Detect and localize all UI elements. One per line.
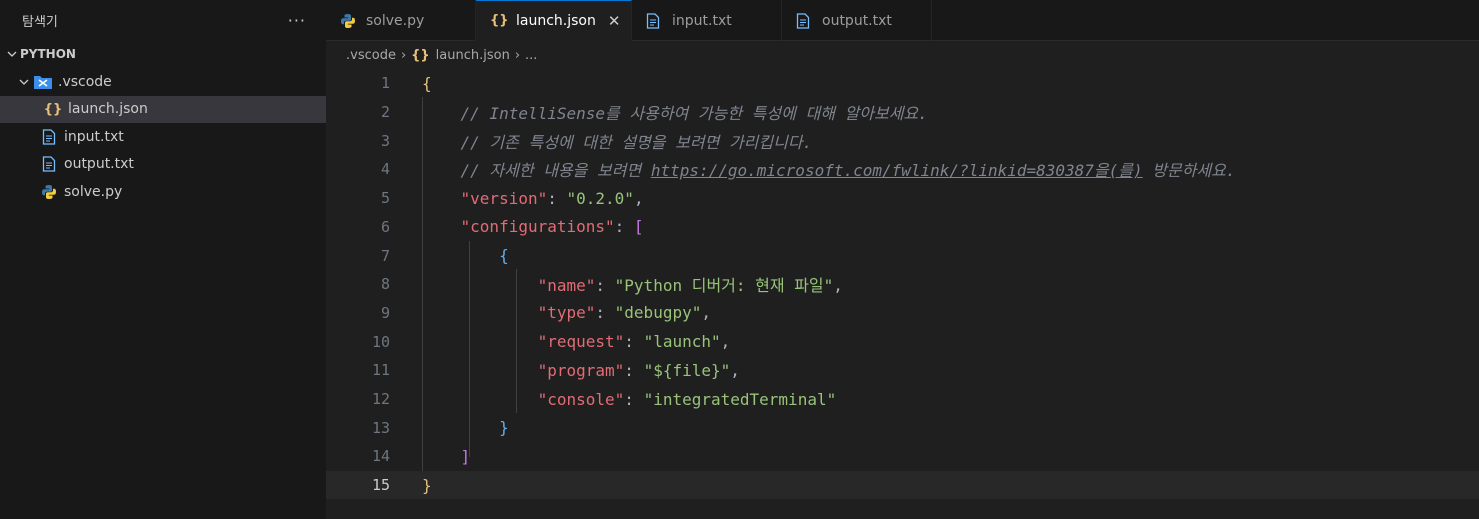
- tree-item-label: output.txt: [64, 156, 134, 173]
- code-line: 7 {: [326, 241, 1479, 270]
- code-line: 5 "version": "0.2.0",: [326, 184, 1479, 213]
- json-value: "Python 디버거: 현재 파일": [614, 276, 834, 296]
- json-braces-icon: {}: [411, 47, 430, 63]
- tab-label: input.txt: [672, 12, 732, 29]
- code-line: 10 "request": "launch",: [326, 327, 1479, 356]
- code-line: 3 // 기존 특성에 대한 설명을 보려면 가리킵니다.: [326, 126, 1479, 155]
- explorer-sidebar: 탐색기 ··· PYTHON .vscode {} launch.json in…: [0, 0, 326, 519]
- json-braces-icon: {}: [43, 101, 63, 117]
- code-line-current: 15 }: [326, 470, 1479, 500]
- tree-item-solve-py[interactable]: solve.py: [0, 178, 326, 206]
- json-key: "program": [537, 360, 625, 380]
- chevron-right-icon: ›: [514, 47, 521, 63]
- tab-output-txt[interactable]: output.txt: [782, 0, 932, 41]
- line-number: 4: [380, 160, 390, 179]
- python-icon: [340, 13, 360, 29]
- json-value: "0.2.0": [566, 188, 634, 208]
- line-number: 15: [371, 476, 390, 495]
- breadcrumb-file[interactable]: launch.json: [436, 48, 510, 63]
- json-key: "request": [537, 332, 625, 352]
- tree-item-vscode-folder[interactable]: .vscode: [0, 68, 326, 96]
- tab-label: launch.json: [516, 12, 596, 29]
- editor-tabs: solve.py {} launch.json ✕ input.txt outp…: [326, 0, 1479, 41]
- code-line: 11 "program": "${file}",: [326, 356, 1479, 385]
- tree-item-label: input.txt: [64, 128, 124, 145]
- tab-label: solve.py: [366, 12, 425, 29]
- json-value: "launch": [643, 332, 721, 352]
- python-icon: [38, 184, 60, 200]
- code-line: 9 "type": "debugpy",: [326, 299, 1479, 328]
- tree-item-launch-json[interactable]: {} launch.json: [0, 95, 326, 123]
- explorer-header: 탐색기 ···: [0, 0, 326, 40]
- comment-text: // 자세한 내용을 보려면: [460, 161, 651, 181]
- code-line: 14 ]: [326, 442, 1479, 471]
- breadcrumb-folder[interactable]: .vscode: [346, 48, 396, 63]
- line-number: 1: [380, 74, 390, 93]
- workspace-section-python[interactable]: PYTHON: [0, 40, 326, 68]
- json-key: "version": [460, 188, 548, 208]
- docs-link[interactable]: https://go.microsoft.com/fwlink/?linkid=…: [651, 161, 1143, 180]
- chevron-down-icon: [4, 48, 20, 60]
- json-key: "name": [537, 276, 596, 296]
- json-key: "type": [537, 303, 596, 323]
- line-number: 11: [371, 361, 390, 380]
- json-value: "${file}": [643, 360, 731, 380]
- line-number: 12: [371, 390, 390, 409]
- line-number: 2: [380, 103, 390, 122]
- breadcrumb: .vscode › {} launch.json › ...: [326, 41, 1479, 69]
- line-number: 6: [380, 217, 390, 236]
- code-line: 13 }: [326, 413, 1479, 442]
- line-number: 9: [380, 303, 390, 322]
- section-label: PYTHON: [20, 47, 76, 61]
- line-number: 5: [380, 189, 390, 208]
- code-line: 1 {: [326, 69, 1479, 98]
- chevron-down-icon: [16, 76, 32, 88]
- code-line: 8 "name": "Python 디버거: 현재 파일",: [326, 270, 1479, 299]
- tree-item-label: launch.json: [68, 101, 148, 118]
- code-line: 4 // 자세한 내용을 보려면 https://go.microsoft.co…: [326, 155, 1479, 184]
- tree-item-label: solve.py: [64, 183, 123, 200]
- line-number: 8: [380, 275, 390, 294]
- line-number: 14: [371, 447, 390, 466]
- vscode-folder-icon: [32, 74, 54, 90]
- code-line: 2 // IntelliSense를 사용하여 가능한 특성에 대해 알아보세요…: [326, 98, 1479, 127]
- comment-text: // IntelliSense를 사용하여 가능한 특성에 대해 알아보세요.: [460, 104, 928, 124]
- file-text-icon: [796, 12, 816, 29]
- tree-item-input-txt[interactable]: input.txt: [0, 123, 326, 151]
- breadcrumb-more[interactable]: ...: [525, 48, 537, 63]
- json-key: "configurations": [460, 217, 615, 237]
- tree-item-label: .vscode: [58, 73, 112, 90]
- line-number: 10: [371, 332, 390, 351]
- comment-text: 방문하세요.: [1142, 161, 1236, 181]
- tab-input-txt[interactable]: input.txt: [632, 0, 782, 41]
- tab-launch-json[interactable]: {} launch.json ✕: [476, 0, 632, 41]
- file-text-icon: [38, 129, 60, 145]
- json-key: "console": [537, 389, 625, 409]
- more-actions-icon[interactable]: ···: [288, 11, 306, 30]
- tree-item-output-txt[interactable]: output.txt: [0, 151, 326, 179]
- line-number: 3: [380, 131, 390, 150]
- close-icon[interactable]: ✕: [608, 12, 621, 30]
- chevron-right-icon: ›: [400, 47, 407, 63]
- line-number: 7: [380, 246, 390, 265]
- tab-solve-py[interactable]: solve.py: [326, 0, 476, 41]
- line-number: 13: [371, 418, 390, 437]
- json-value: "integratedTerminal": [643, 389, 837, 409]
- code-line: 6 "configurations": [: [326, 213, 1479, 242]
- file-text-icon: [646, 12, 666, 29]
- tab-label: output.txt: [822, 12, 892, 29]
- json-braces-icon: {}: [490, 13, 509, 28]
- json-value: "debugpy": [614, 303, 702, 323]
- code-editor[interactable]: 1 { 2 // IntelliSense를 사용하여 가능한 특성에 대해 알…: [326, 69, 1479, 519]
- file-text-icon: [38, 156, 60, 172]
- comment-text: // 기존 특성에 대한 설명을 보려면 가리킵니다.: [460, 132, 813, 152]
- explorer-title: 탐색기: [22, 14, 58, 30]
- code-line: 12 "console": "integratedTerminal": [326, 385, 1479, 414]
